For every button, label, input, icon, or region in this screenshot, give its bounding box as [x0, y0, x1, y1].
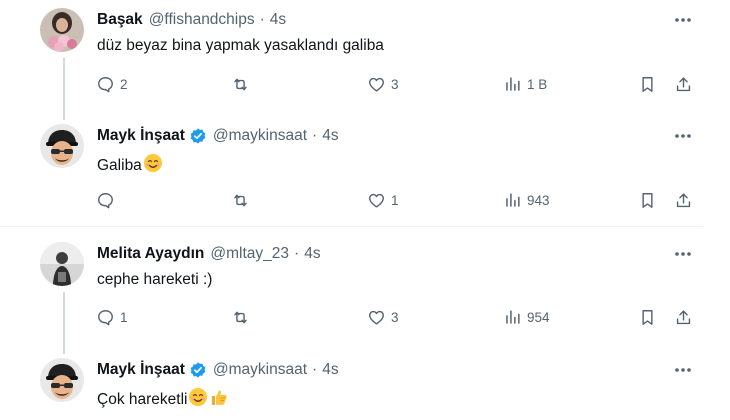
retweet-button[interactable] — [231, 75, 255, 94]
tweet-text: düz beyaz bina yapmak yasaklandı galiba — [97, 37, 384, 54]
retweet-button[interactable] — [231, 191, 255, 210]
bookmark-button[interactable] — [638, 308, 657, 327]
action-bar: 2 3 1 B — [0, 75, 730, 99]
share-button[interactable] — [674, 308, 693, 327]
bookmark-button[interactable] — [638, 191, 657, 210]
views-button[interactable]: 954 — [503, 308, 550, 327]
heart-icon — [369, 77, 384, 92]
user-handle[interactable]: @maykinsaat — [213, 361, 307, 379]
like-button[interactable]: 1 — [367, 191, 399, 210]
like-button[interactable]: 3 — [367, 308, 399, 327]
smiling-face-emoji — [188, 387, 208, 412]
reply-button[interactable]: 1 — [96, 308, 128, 327]
retweet-button[interactable] — [231, 308, 255, 327]
tweet-header: Melita Ayaydın @mltay_23 · 4s — [97, 242, 321, 266]
separator-dot: · — [312, 127, 318, 144]
views-icon — [506, 77, 520, 91]
views-count: 954 — [527, 310, 550, 325]
divider — [0, 226, 703, 227]
display-name[interactable]: Başak — [97, 11, 143, 29]
timestamp[interactable]: 4s — [270, 11, 286, 29]
more-icon[interactable] — [670, 126, 696, 146]
retweet-icon — [234, 311, 247, 324]
timestamp[interactable]: 4s — [322, 127, 338, 145]
heart-icon — [369, 193, 384, 208]
retweet-icon — [234, 194, 247, 207]
avatar[interactable] — [40, 242, 84, 286]
views-icon — [506, 310, 520, 324]
avatar-person-icon — [40, 242, 84, 286]
separator-dot: · — [312, 361, 318, 378]
tweet-text: Çok hareketli — [97, 387, 229, 412]
bookmark-icon — [642, 77, 653, 92]
share-icon — [676, 310, 691, 325]
tweet-header: Mayk İnşaat @maykinsaat · 4s — [97, 358, 339, 382]
share-icon — [676, 193, 691, 208]
verified-badge-icon — [189, 127, 207, 145]
avatar[interactable] — [40, 358, 84, 402]
retweet-icon — [234, 78, 247, 91]
views-icon — [506, 193, 520, 207]
tweet[interactable]: Mayk İnşaat @maykinsaat · 4s Çok hareket… — [0, 358, 730, 420]
tweet[interactable]: Başak @ffishandchips · 4s düz beyaz bina… — [0, 8, 730, 108]
like-count: 3 — [391, 77, 399, 92]
views-button[interactable]: 943 — [503, 191, 550, 210]
reply-icon — [98, 310, 113, 326]
separator-dot: · — [294, 245, 300, 262]
tweet-text: cephe hareketi :) — [97, 271, 213, 288]
reply-icon — [98, 77, 113, 93]
views-count: 1 B — [527, 77, 548, 92]
timestamp[interactable]: 4s — [304, 245, 320, 263]
reply-icon — [98, 193, 113, 209]
views-button[interactable]: 1 B — [503, 75, 547, 94]
reply-button[interactable]: 2 — [96, 75, 128, 94]
reply-count: 2 — [120, 77, 128, 92]
share-button[interactable] — [674, 191, 693, 210]
avatar-cartoon-man-icon — [40, 124, 84, 168]
more-icon[interactable] — [670, 10, 696, 30]
user-handle[interactable]: @maykinsaat — [213, 127, 307, 145]
bookmark-icon — [642, 310, 653, 325]
tweet-text: Galiba — [97, 153, 163, 178]
share-icon — [676, 77, 691, 92]
display-name[interactable]: Mayk İnşaat — [97, 127, 185, 145]
action-bar: 1 943 — [0, 191, 730, 215]
verified-badge-icon — [189, 361, 207, 379]
more-icon[interactable] — [670, 244, 696, 264]
avatar[interactable] — [40, 124, 84, 168]
tweet[interactable]: Melita Ayaydın @mltay_23 · 4s cephe hare… — [0, 242, 730, 342]
display-name[interactable]: Melita Ayaydın — [97, 245, 204, 263]
avatar[interactable] — [40, 8, 84, 52]
more-icon[interactable] — [670, 360, 696, 380]
bookmark-icon — [642, 193, 653, 208]
tweet[interactable]: Mayk İnşaat @maykinsaat · 4s Galiba 1 94… — [0, 124, 730, 224]
user-handle[interactable]: @ffishandchips — [149, 11, 255, 29]
views-count: 943 — [527, 193, 550, 208]
reply-button[interactable] — [96, 191, 120, 210]
action-bar: 1 3 954 — [0, 308, 730, 332]
thumbs-up-emoji — [209, 387, 229, 412]
like-count: 3 — [391, 310, 399, 325]
like-count: 1 — [391, 193, 399, 208]
share-button[interactable] — [674, 75, 693, 94]
avatar-cartoon-man-icon — [40, 358, 84, 402]
like-button[interactable]: 3 — [367, 75, 399, 94]
user-handle[interactable]: @mltay_23 — [210, 245, 289, 263]
timestamp[interactable]: 4s — [322, 361, 338, 379]
tweet-header: Mayk İnşaat @maykinsaat · 4s — [97, 124, 339, 148]
separator-dot: · — [259, 11, 265, 28]
avatar-woman-icon — [40, 8, 84, 52]
heart-icon — [369, 310, 384, 325]
bookmark-button[interactable] — [638, 75, 657, 94]
reply-count: 1 — [120, 310, 128, 325]
display-name[interactable]: Mayk İnşaat — [97, 361, 185, 379]
smiling-face-emoji — [143, 153, 163, 178]
tweet-header: Başak @ffishandchips · 4s — [97, 8, 286, 32]
